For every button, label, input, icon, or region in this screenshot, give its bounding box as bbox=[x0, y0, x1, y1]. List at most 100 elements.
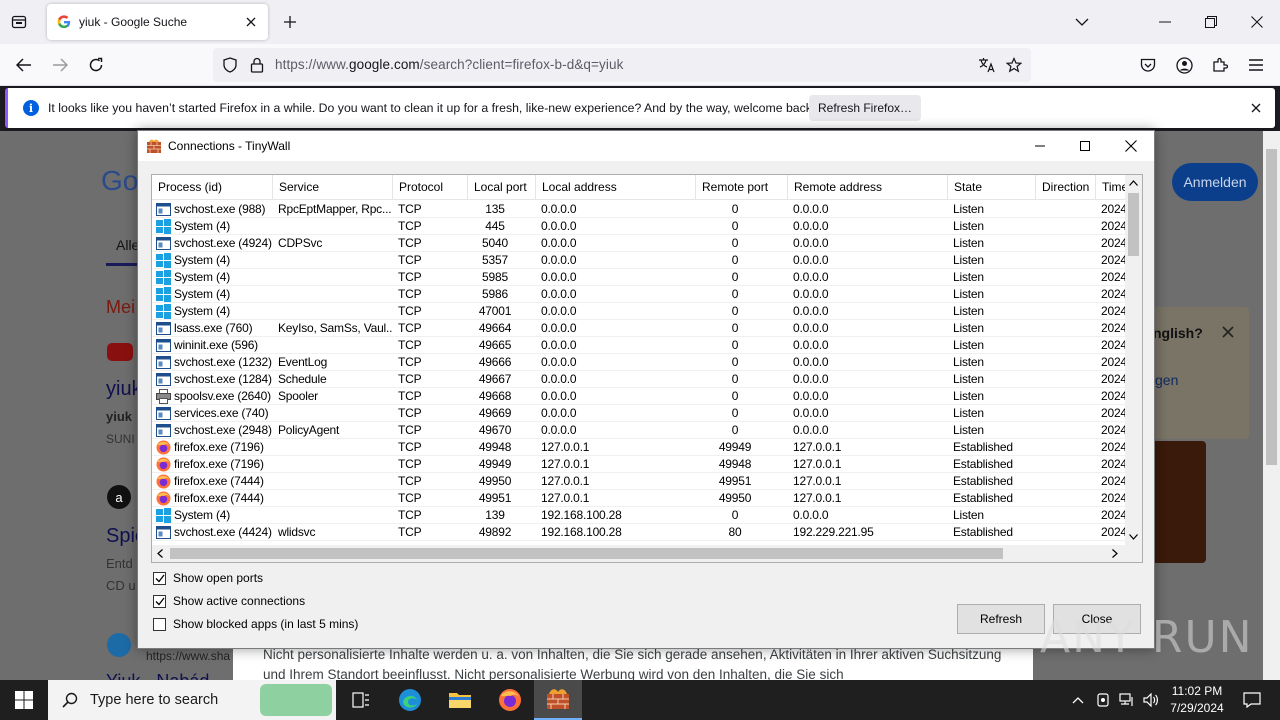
extensions-button[interactable] bbox=[1206, 51, 1234, 79]
account-button[interactable] bbox=[1170, 51, 1198, 79]
taskbar-tinywall[interactable] bbox=[534, 680, 582, 720]
show-hidden-icons-button[interactable] bbox=[1066, 680, 1090, 720]
scrollbar-thumb[interactable] bbox=[1266, 149, 1277, 465]
cell-direction bbox=[1036, 490, 1096, 507]
tab-close-button[interactable] bbox=[238, 9, 264, 35]
table-row[interactable]: spoolsv.exe (2640) Spooler TCP 49668 0.0.0.0… bbox=[152, 388, 1127, 405]
column-header-remote-address[interactable]: Remote address bbox=[788, 175, 948, 200]
column-header-protocol[interactable]: Protocol bbox=[393, 175, 468, 200]
taskbar-edge[interactable] bbox=[386, 680, 434, 720]
new-tab-button[interactable] bbox=[278, 10, 302, 34]
chevron-up-icon[interactable] bbox=[1129, 180, 1138, 186]
language-prompt: nglish? bbox=[1153, 325, 1203, 341]
refresh-button[interactable]: Refresh bbox=[957, 604, 1045, 634]
forward-button[interactable] bbox=[46, 51, 74, 79]
chevron-right-icon[interactable] bbox=[1112, 549, 1118, 558]
close-window-button[interactable] bbox=[1108, 131, 1154, 161]
list-all-tabs-button[interactable] bbox=[1066, 6, 1098, 38]
checkbox-box[interactable] bbox=[153, 617, 166, 631]
lock-icon[interactable] bbox=[250, 57, 264, 73]
chevron-down-icon[interactable] bbox=[1129, 534, 1138, 540]
table-row[interactable]: svchost.exe (1284) Schedule TCP 49667 0.0.0.… bbox=[152, 371, 1127, 388]
cell-remote-port: 80 bbox=[728, 525, 742, 539]
table-row[interactable]: lsass.exe (760) KeyIso, SamSs, Vaul... TCP… bbox=[152, 320, 1127, 337]
cell-local-address: 0.0.0.0 bbox=[541, 406, 577, 420]
cell-state: Established bbox=[953, 525, 1013, 539]
table-row[interactable]: services.exe (740) TCP 49669 0.0.0.0 0 0.0.0.… bbox=[152, 405, 1127, 422]
result-title[interactable]: Yiuk - Nabád bbox=[106, 671, 209, 680]
table-row[interactable]: System (4) TCP 139 192.168.100.28 0 0.0.0.0 Li… bbox=[152, 507, 1127, 524]
cell-local-port: 139 bbox=[485, 508, 505, 522]
chevron-left-icon[interactable] bbox=[157, 549, 163, 558]
scrollbar-thumb[interactable] bbox=[170, 548, 1003, 559]
language-link[interactable]: gen bbox=[1155, 372, 1178, 388]
table-vertical-scrollbar[interactable] bbox=[1125, 175, 1142, 545]
tray-app-icon[interactable] bbox=[1092, 680, 1114, 720]
task-view-button[interactable] bbox=[338, 680, 384, 720]
tab-all[interactable]: Alle bbox=[116, 237, 139, 253]
notification-close-button[interactable] bbox=[1248, 100, 1264, 116]
close-window-button[interactable] bbox=[1241, 6, 1273, 38]
taskbar-clock[interactable]: 11:02 PM 7/29/2024 bbox=[1165, 683, 1229, 717]
firefox-view-button[interactable] bbox=[6, 10, 32, 34]
show-active-connections-checkbox[interactable]: Show active connections bbox=[153, 593, 305, 609]
table-row[interactable]: System (4) TCP 5985 0.0.0.0 0 0.0.0.0 Listen 20… bbox=[152, 269, 1127, 286]
checkbox-box[interactable] bbox=[153, 571, 166, 585]
network-tray-icon[interactable] bbox=[1116, 680, 1138, 720]
sign-in-button[interactable]: Anmelden bbox=[1172, 163, 1258, 201]
close-icon[interactable] bbox=[1222, 326, 1234, 338]
column-header-remote-port[interactable]: Remote port bbox=[696, 175, 788, 200]
back-button[interactable] bbox=[10, 51, 38, 79]
menu-button[interactable] bbox=[1242, 51, 1270, 79]
show-blocked-apps-checkbox[interactable]: Show blocked apps (in last 5 mins) bbox=[153, 616, 358, 632]
column-header-local-address[interactable]: Local address bbox=[536, 175, 696, 200]
star-icon[interactable] bbox=[1006, 57, 1022, 73]
minimize-button[interactable] bbox=[1017, 131, 1063, 161]
table-row[interactable]: firefox.exe (7196) TCP 49949 127.0.0.1 49948… bbox=[152, 456, 1127, 473]
taskbar-file-explorer[interactable] bbox=[436, 680, 484, 720]
table-row[interactable]: wininit.exe (596) TCP 49665 0.0.0.0 0 0.0.0.0… bbox=[152, 337, 1127, 354]
table-row[interactable]: System (4) TCP 5357 0.0.0.0 0 0.0.0.0 Listen 20… bbox=[152, 252, 1127, 269]
page-scrollbar[interactable] bbox=[1263, 131, 1280, 680]
tab-google-search[interactable]: yiuk - Google Suche bbox=[47, 4, 268, 40]
column-header-service[interactable]: Service bbox=[273, 175, 393, 200]
table-horizontal-scrollbar[interactable] bbox=[152, 545, 1127, 562]
table-row[interactable]: System (4) TCP 445 0.0.0.0 0 0.0.0.0 Listen 202… bbox=[152, 218, 1127, 235]
table-row[interactable]: firefox.exe (7444) TCP 49951 127.0.0.1 49950… bbox=[152, 490, 1127, 507]
column-header-direction[interactable]: Direction bbox=[1036, 175, 1096, 200]
table-row[interactable]: svchost.exe (4424) wlidsvc TCP 49892 192.168… bbox=[152, 524, 1127, 541]
address-bar[interactable]: https://www.google.com/search?client=fir… bbox=[213, 48, 1031, 82]
shield-icon[interactable] bbox=[222, 57, 238, 73]
minimize-button[interactable] bbox=[1149, 6, 1181, 38]
url-text[interactable]: https://www.google.com/search?client=fir… bbox=[275, 57, 623, 72]
pocket-button[interactable] bbox=[1134, 51, 1162, 79]
volume-tray-icon[interactable] bbox=[1140, 680, 1162, 720]
table-row[interactable]: firefox.exe (7196) TCP 49948 127.0.0.1 49949… bbox=[152, 439, 1127, 456]
google-logo[interactable]: Go bbox=[101, 165, 138, 197]
notification-center-button[interactable] bbox=[1232, 680, 1272, 720]
show-open-ports-checkbox[interactable]: Show open ports bbox=[153, 570, 263, 586]
column-header-state[interactable]: State bbox=[948, 175, 1036, 200]
minimize-icon bbox=[1159, 21, 1171, 23]
refresh-firefox-button[interactable]: Refresh Firefox… bbox=[809, 95, 921, 121]
checkbox-box[interactable] bbox=[153, 594, 166, 608]
reload-button[interactable] bbox=[82, 51, 110, 79]
table-row[interactable]: svchost.exe (1232) EventLog TCP 49666 0.0.0.… bbox=[152, 354, 1127, 371]
taskbar-firefox[interactable] bbox=[486, 680, 534, 720]
result-url[interactable]: https://www.sha bbox=[146, 649, 230, 663]
table-row[interactable]: firefox.exe (7444) TCP 49950 127.0.0.1 49951… bbox=[152, 473, 1127, 490]
taskbar-search-box[interactable]: Type here to search bbox=[48, 680, 336, 720]
maximize-button[interactable] bbox=[1062, 131, 1108, 161]
table-row[interactable]: System (4) TCP 47001 0.0.0.0 0 0.0.0.0 Listen 2… bbox=[152, 303, 1127, 320]
table-row[interactable]: svchost.exe (4924) CDPSvc TCP 5040 0.0.0.0 0 0… bbox=[152, 235, 1127, 252]
table-row[interactable]: svchost.exe (988) RpcEptMapper, Rpc... TCP… bbox=[152, 201, 1127, 218]
start-button[interactable] bbox=[0, 680, 48, 720]
window-title-bar[interactable]: Connections - TinyWall bbox=[138, 131, 1154, 161]
translate-icon[interactable] bbox=[978, 57, 996, 73]
table-row[interactable]: System (4) TCP 5986 0.0.0.0 0 0.0.0.0 Listen 20… bbox=[152, 286, 1127, 303]
table-row[interactable]: svchost.exe (2948) PolicyAgent TCP 49670 0.0… bbox=[152, 422, 1127, 439]
restore-button[interactable] bbox=[1195, 6, 1227, 38]
column-header-local-port[interactable]: Local port bbox=[468, 175, 536, 200]
scrollbar-thumb[interactable] bbox=[1128, 193, 1139, 256]
column-header-process[interactable]: Process (id) bbox=[152, 175, 273, 200]
